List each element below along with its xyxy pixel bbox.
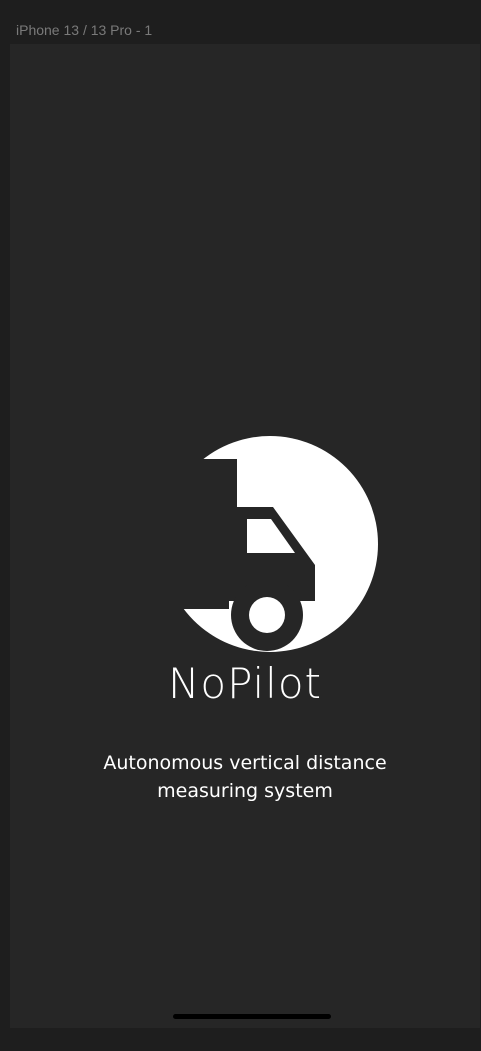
phone-frame: NoPilot Autonomous vertical distance mea… [10, 44, 480, 1028]
truck-moon-logo-icon [155, 436, 378, 652]
tagline-line-1: Autonomous vertical distance [103, 752, 387, 774]
tagline: Autonomous vertical distance measuring s… [10, 749, 480, 805]
home-indicator[interactable] [173, 1014, 331, 1019]
frame-label: iPhone 13 / 13 Pro - 1 [16, 22, 153, 38]
brand-name: NoPilot [167, 659, 323, 708]
tagline-line-2: measuring system [157, 780, 333, 802]
